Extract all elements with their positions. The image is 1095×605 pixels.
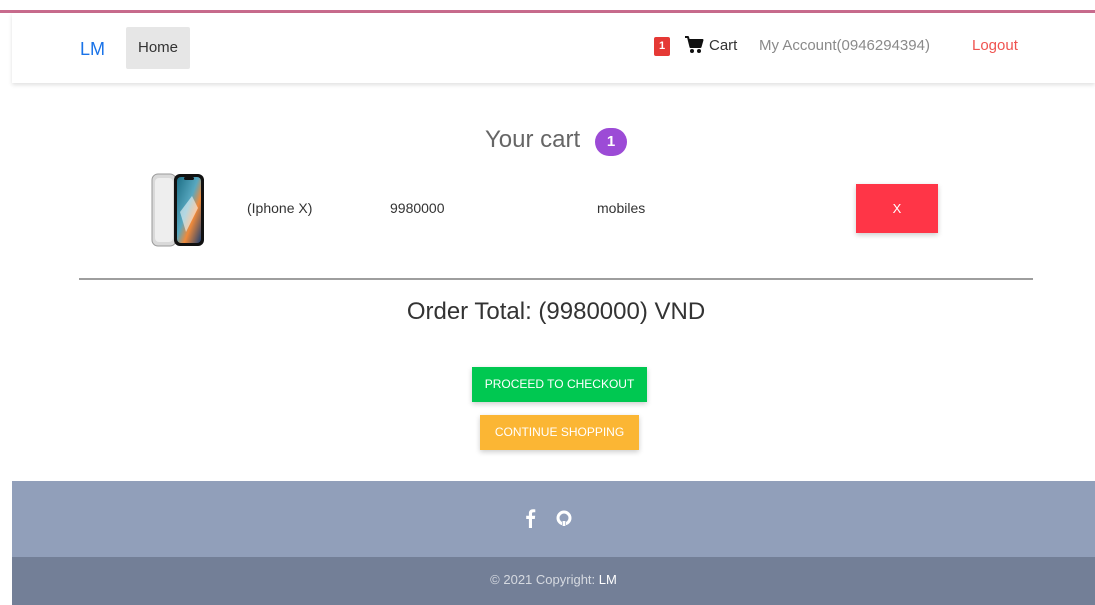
copyright-prefix: © 2021 Copyright: [490,572,599,587]
logout-link[interactable]: Logout [972,37,1018,54]
footer-social-bar [12,481,1095,557]
cart-item-name: (Iphone X) [247,200,313,216]
footer-copyright-bar: © 2021 Copyright: LM [12,557,1095,605]
navbar: LM Home 1 Cart My Account(0946294394) Lo… [12,13,1095,83]
iphone-x-product-image [151,173,204,247]
home-button[interactable]: Home [126,27,190,69]
copyright-text: © 2021 Copyright: LM [12,572,1095,587]
brand-link[interactable]: LM [80,39,105,60]
remove-item-button[interactable]: X [856,184,938,233]
cart-count-badge: 1 [595,128,627,156]
cart-item-price: 9980000 [390,200,445,216]
shopping-cart-icon[interactable] [684,35,704,55]
facebook-icon[interactable] [524,508,536,528]
github-icon[interactable] [555,509,573,527]
copyright-brand-link[interactable]: LM [599,572,617,587]
divider [79,278,1033,280]
cart-title: Your cart [485,126,581,153]
cart-item-category: mobiles [597,200,646,216]
cart-link[interactable]: Cart [709,37,737,54]
order-total: Order Total: (9980000) VND [406,298,706,325]
cart-count-badge: 1 [654,37,670,56]
continue-shopping-button[interactable]: CONTINUE SHOPPING [480,415,639,450]
proceed-to-checkout-button[interactable]: PROCEED TO CHECKOUT [472,367,647,402]
my-account-link[interactable]: My Account(0946294394) [759,37,930,54]
